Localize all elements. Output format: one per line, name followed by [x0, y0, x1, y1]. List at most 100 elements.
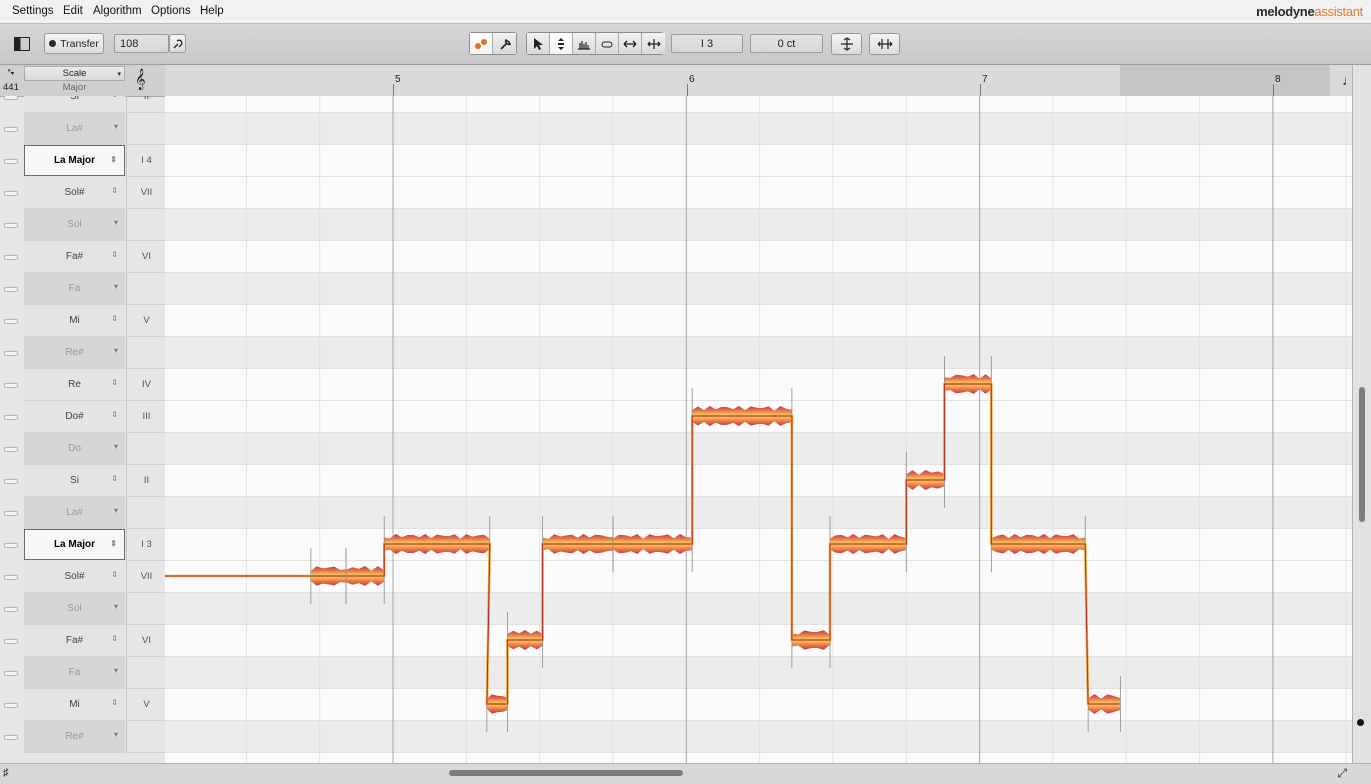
pointer-tool-button[interactable] — [527, 33, 550, 54]
keyboard-key[interactable] — [0, 593, 22, 625]
keyboard-key[interactable] — [0, 497, 22, 529]
keyboard-key[interactable] — [0, 465, 22, 497]
macro-tool-button[interactable] — [493, 33, 516, 54]
note-name-selector[interactable]: Re ⇕ — [24, 369, 125, 401]
note-separation-tool-button[interactable] — [596, 33, 619, 54]
cents-readout[interactable]: 0 ct — [750, 34, 823, 53]
scale-panel-header: 𝆵▾ Scale ▾ 441 Major 𝄞 — [0, 65, 165, 97]
keyboard-key[interactable] — [0, 689, 22, 721]
sidebar-toggle-button[interactable] — [11, 33, 33, 54]
pitch-grid[interactable] — [165, 96, 1352, 763]
keyboard-key[interactable] — [0, 96, 22, 113]
pitch-edit-tool-button[interactable] — [550, 33, 573, 54]
pitch-readout[interactable]: I 3 — [671, 34, 743, 53]
pitch-lane — [165, 625, 1352, 657]
keyboard-key[interactable] — [0, 369, 22, 401]
keyboard-key[interactable] — [0, 625, 22, 657]
tempo-field[interactable]: 108 — [114, 34, 169, 53]
note-name-selector[interactable]: La# ▾ — [24, 113, 125, 145]
note-name-selector[interactable]: Fa ▾ — [24, 273, 125, 305]
vertical-scroll-thumb[interactable] — [1359, 387, 1365, 522]
updown-icon: ⇕ — [111, 186, 118, 195]
keyboard-key[interactable] — [0, 273, 22, 305]
note-name-selector[interactable]: Re# ▾ — [24, 721, 125, 753]
note-name-selector[interactable]: Mi ⇕ — [24, 305, 125, 337]
scale-row: Fa# ⇕ VI — [0, 241, 165, 273]
note-name-selector[interactable]: Sol ▾ — [24, 593, 125, 625]
scale-degree: IV — [126, 369, 165, 401]
keyboard-key[interactable] — [0, 177, 22, 209]
scale-snap-icon[interactable]: ♯ — [3, 767, 9, 779]
note-name-selector[interactable]: Si ⇕ — [24, 96, 125, 113]
keyboard-key[interactable] — [0, 657, 22, 689]
note-name: Do# — [65, 411, 84, 422]
keyboard-key[interactable] — [0, 241, 22, 273]
pitch-tool-button[interactable] — [470, 33, 493, 54]
note-name-selector[interactable]: Fa ▾ — [24, 657, 125, 689]
reference-pitch[interactable]: 441 — [3, 82, 19, 93]
keyboard-key[interactable] — [0, 529, 22, 561]
note-name-selector[interactable]: La Major ⇕ — [24, 145, 125, 176]
note-name-selector[interactable]: La Major ⇕ — [24, 529, 125, 560]
keyboard-key[interactable] — [0, 433, 22, 465]
loop-region[interactable] — [1120, 65, 1330, 96]
scale-row: La# ▾ — [0, 497, 165, 529]
scale-dropdown[interactable]: Scale ▾ — [24, 66, 125, 81]
updown-icon: ⇕ — [111, 474, 118, 483]
pitch-lane — [165, 113, 1352, 145]
note-name-selector[interactable]: Re# ▾ — [24, 337, 125, 369]
note-name-selector[interactable]: Fa# ⇕ — [24, 241, 125, 273]
vertical-scrollbar[interactable] — [1352, 65, 1371, 763]
scale-degree — [126, 113, 165, 145]
keyboard-key[interactable] — [0, 721, 22, 753]
time-tool-button[interactable] — [619, 33, 642, 54]
keyboard-key[interactable] — [0, 113, 22, 145]
bar-tick-6 — [687, 84, 688, 96]
transfer-button[interactable]: Transfer — [44, 33, 104, 54]
updown-icon: ⇕ — [111, 698, 118, 707]
keyboard-key[interactable] — [0, 561, 22, 593]
note-name-selector[interactable]: La# ▾ — [24, 497, 125, 529]
note-name-selector[interactable]: Sol# ⇕ — [24, 177, 125, 209]
updown-icon: ⇕ — [111, 250, 118, 259]
time-snap-button[interactable] — [869, 33, 900, 55]
pitch-lane — [165, 689, 1352, 721]
note-name-selector[interactable]: Mi ⇕ — [24, 689, 125, 721]
keyboard-key[interactable] — [0, 305, 22, 337]
note-name-selector[interactable]: Si ⇕ — [24, 465, 125, 497]
scale-row: Do# ⇕ III — [0, 401, 165, 433]
menu-edit[interactable]: Edit — [63, 5, 83, 17]
keyboard-key[interactable] — [0, 209, 22, 241]
pitch-snap-button[interactable] — [831, 33, 862, 55]
timeline-ruler[interactable]: 5 6 7 8 ♩ — [165, 65, 1352, 97]
note-value-icon[interactable]: ♩ — [1342, 72, 1352, 88]
zoom-slider-handle[interactable] — [1357, 719, 1364, 726]
horizontal-scrollbar[interactable]: ♯ ⤢ — [0, 763, 1371, 784]
keyboard-key[interactable] — [0, 401, 22, 433]
menu-algorithm[interactable]: Algorithm — [93, 5, 142, 17]
treble-clef-icon[interactable]: 𝄞 — [135, 68, 146, 90]
zoom-fit-icon[interactable]: ⤢ — [1337, 766, 1347, 781]
menu-settings[interactable]: Settings — [12, 5, 54, 17]
scale-degree — [126, 433, 165, 465]
note-name-selector[interactable]: Fa# ⇕ — [24, 625, 125, 657]
time-handle-tool-button[interactable] — [642, 33, 665, 54]
key-marker-icon — [4, 607, 18, 612]
menu-options[interactable]: Options — [151, 5, 191, 17]
key-marker-icon — [4, 447, 18, 452]
amplitude-tool-button[interactable] — [573, 33, 596, 54]
keyboard-key[interactable] — [0, 337, 22, 369]
menu-help[interactable]: Help — [200, 5, 224, 17]
note-name-selector[interactable]: Sol# ⇕ — [24, 561, 125, 593]
macro-tool-icon — [499, 38, 511, 50]
note-name-selector[interactable]: Do ▾ — [24, 433, 125, 465]
sync-button[interactable] — [169, 34, 186, 53]
note-name: Re# — [65, 347, 84, 358]
note-name-selector[interactable]: Sol ▾ — [24, 209, 125, 241]
horizontal-scroll-thumb[interactable] — [449, 770, 683, 776]
updown-icon: ⇕ — [111, 634, 118, 643]
note-name-selector[interactable]: Do# ⇕ — [24, 401, 125, 433]
note-editor[interactable]: 5 6 7 8 ♩ — [165, 65, 1352, 763]
tuning-fork-icon[interactable]: 𝆵▾ — [0, 66, 22, 81]
keyboard-key[interactable] — [0, 145, 22, 177]
